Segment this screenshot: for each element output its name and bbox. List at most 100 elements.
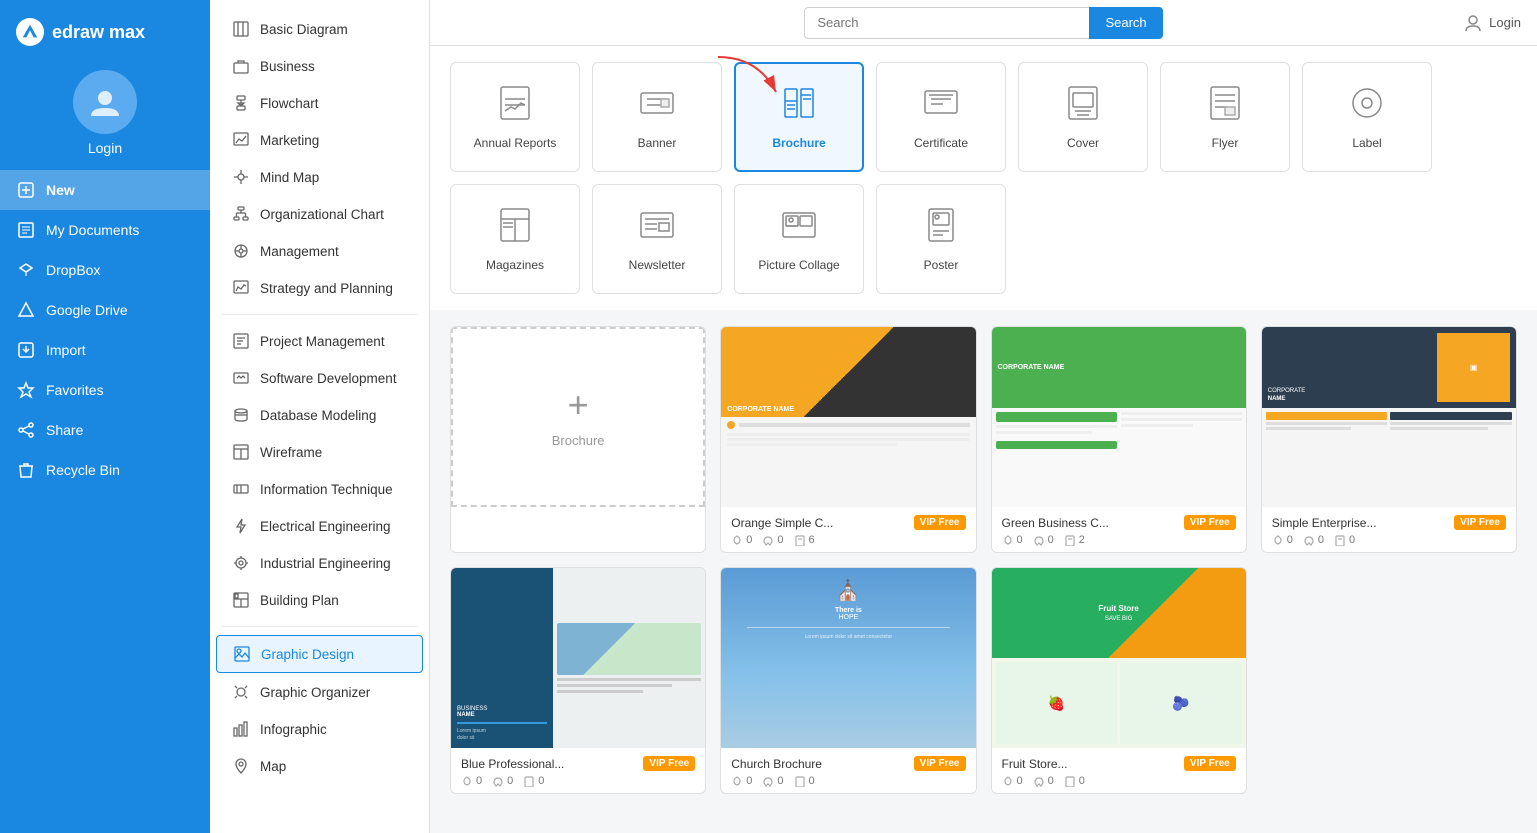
category-banner[interactable]: Banner <box>592 62 722 172</box>
share-icon <box>16 420 36 440</box>
template-stats-enterprise: 0 0 0 <box>1272 534 1506 546</box>
newsletter-label: Newsletter <box>629 258 686 272</box>
mid-nav-flowchart[interactable]: Flowchart <box>216 85 423 121</box>
database-label: Database Modeling <box>260 408 376 423</box>
google-drive-label: Google Drive <box>46 302 128 318</box>
mid-nav-graphic-organizer[interactable]: Graphic Organizer <box>216 674 423 710</box>
template-badge-church: VIP Free <box>914 756 966 771</box>
business-label: Business <box>260 59 315 74</box>
template-church[interactable]: ⛪ There is HOPE Lorem ipsum dolor sit am… <box>720 567 976 794</box>
dropbox-icon <box>16 260 36 280</box>
flyer-icon <box>1207 85 1243 128</box>
category-cover[interactable]: Cover <box>1018 62 1148 172</box>
mid-nav-industrial[interactable]: Industrial Engineering <box>216 545 423 581</box>
mid-nav-strategy[interactable]: Strategy and Planning <box>216 270 423 306</box>
template-footer-green: Green Business C... VIP Free 0 0 2 <box>992 507 1246 552</box>
sidebar-item-share[interactable]: Share <box>0 410 210 450</box>
search-input[interactable] <box>804 7 1089 39</box>
flowchart-icon <box>232 94 250 112</box>
template-green-business[interactable]: CORPORATE NAME <box>991 326 1247 553</box>
template-name-church: Church Brochure <box>731 757 822 771</box>
template-footer-blue-doc: Blue Professional... VIP Free 0 0 0 <box>451 748 705 793</box>
category-section: Annual Reports Banner Brochure <box>430 46 1537 310</box>
category-certificate[interactable]: Certificate <box>876 62 1006 172</box>
management-label: Management <box>260 244 339 259</box>
category-grid-2: Magazines Newsletter Picture Collage <box>450 184 1517 294</box>
template-preview-blue-doc: BUSINESS NAME Lorem ipsumdolor sit <box>451 568 705 748</box>
mid-nav-map[interactable]: Map <box>216 748 423 784</box>
sidebar-item-new[interactable]: New <box>0 170 210 210</box>
electrical-label: Electrical Engineering <box>260 519 391 534</box>
sidebar-item-google-drive[interactable]: Google Drive <box>0 290 210 330</box>
template-badge-green: VIP Free <box>1184 515 1236 530</box>
mid-nav-mind-map[interactable]: Mind Map <box>216 159 423 195</box>
topbar: Search Login <box>430 0 1537 46</box>
mid-nav-org-chart[interactable]: Organizational Chart <box>216 196 423 232</box>
new-icon <box>16 180 36 200</box>
mid-nav-wireframe[interactable]: Wireframe <box>216 434 423 470</box>
mind-map-label: Mind Map <box>260 170 319 185</box>
template-add-new[interactable]: + Brochure <box>450 326 706 553</box>
mid-nav-management[interactable]: Management <box>216 233 423 269</box>
annual-reports-label: Annual Reports <box>474 136 557 150</box>
category-magazines[interactable]: Magazines <box>450 184 580 294</box>
sidebar-login-label[interactable]: Login <box>88 140 122 156</box>
template-blue-doc[interactable]: BUSINESS NAME Lorem ipsumdolor sit <box>450 567 706 794</box>
flyer-label: Flyer <box>1212 136 1239 150</box>
mid-nav-infographic[interactable]: Infographic <box>216 711 423 747</box>
category-flyer[interactable]: Flyer <box>1160 62 1290 172</box>
newsletter-icon <box>639 207 675 250</box>
app-logo[interactable]: edraw max <box>0 10 210 62</box>
industrial-icon <box>232 554 250 572</box>
mid-nav-project-mgmt[interactable]: Project Management <box>216 323 423 359</box>
google-drive-icon <box>16 300 36 320</box>
org-chart-icon <box>232 205 250 223</box>
industrial-label: Industrial Engineering <box>260 556 391 571</box>
add-brochure-area[interactable]: + Brochure <box>451 327 705 507</box>
sidebar-item-dropbox[interactable]: DropBox <box>0 250 210 290</box>
template-footer-orange: Orange Simple C... VIP Free 0 0 6 <box>721 507 975 552</box>
building-plan-icon <box>232 591 250 609</box>
sidebar-item-favorites[interactable]: Favorites <box>0 370 210 410</box>
sidebar-item-my-documents[interactable]: My Documents <box>0 210 210 250</box>
template-preview-fruit: Fruit StoreSAVE BIG 🍓 🫐 <box>992 568 1246 748</box>
category-newsletter[interactable]: Newsletter <box>592 184 722 294</box>
mid-nav-electrical[interactable]: Electrical Engineering <box>216 508 423 544</box>
sidebar-item-import[interactable]: Import <box>0 330 210 370</box>
mid-nav-info-technique[interactable]: Information Technique <box>216 471 423 507</box>
software-dev-label: Software Development <box>260 371 397 386</box>
basic-diagram-label: Basic Diagram <box>260 22 348 37</box>
mid-nav-business[interactable]: Business <box>216 48 423 84</box>
category-poster[interactable]: Poster <box>876 184 1006 294</box>
project-mgmt-icon <box>232 332 250 350</box>
mid-nav-graphic-design[interactable]: Graphic Design <box>216 635 423 673</box>
category-annual-reports[interactable]: Annual Reports <box>450 62 580 172</box>
dropbox-label: DropBox <box>46 262 100 278</box>
template-fruit[interactable]: Fruit StoreSAVE BIG 🍓 🫐 Fruit Store... V… <box>991 567 1247 794</box>
topbar-login[interactable]: Login <box>1463 13 1521 33</box>
template-preview-orange: CORPORATE NAME <box>721 327 975 507</box>
mid-nav-database[interactable]: Database Modeling <box>216 397 423 433</box>
building-plan-label: Building Plan <box>260 593 339 608</box>
category-picture-collage[interactable]: Picture Collage <box>734 184 864 294</box>
logo-icon <box>16 18 44 46</box>
category-label[interactable]: Label <box>1302 62 1432 172</box>
strategy-label: Strategy and Planning <box>260 281 393 296</box>
mid-nav-software-dev[interactable]: Software Development <box>216 360 423 396</box>
template-preview-dark: CORPORATE NAME ▣ <box>1262 327 1516 507</box>
templates-section: + Brochure CORPORATE NAME <box>430 310 1537 833</box>
recycle-bin-icon <box>16 460 36 480</box>
template-simple-enterprise[interactable]: CORPORATE NAME ▣ <box>1261 326 1517 553</box>
graphic-design-icon <box>233 645 251 663</box>
template-preview-green: CORPORATE NAME <box>992 327 1246 507</box>
search-button[interactable]: Search <box>1089 7 1162 39</box>
template-orange-simple[interactable]: CORPORATE NAME <box>720 326 976 553</box>
mid-nav-building-plan[interactable]: Building Plan <box>216 582 423 618</box>
mid-nav-basic-diagram[interactable]: Basic Diagram <box>216 11 423 47</box>
template-stats-blue-doc: 0 0 0 <box>461 775 695 787</box>
mid-nav-marketing[interactable]: Marketing <box>216 122 423 158</box>
sidebar-item-recycle-bin[interactable]: Recycle Bin <box>0 450 210 490</box>
template-name-orange: Orange Simple C... <box>731 516 833 530</box>
certificate-icon <box>923 85 959 128</box>
search-container: Search <box>804 7 1162 39</box>
